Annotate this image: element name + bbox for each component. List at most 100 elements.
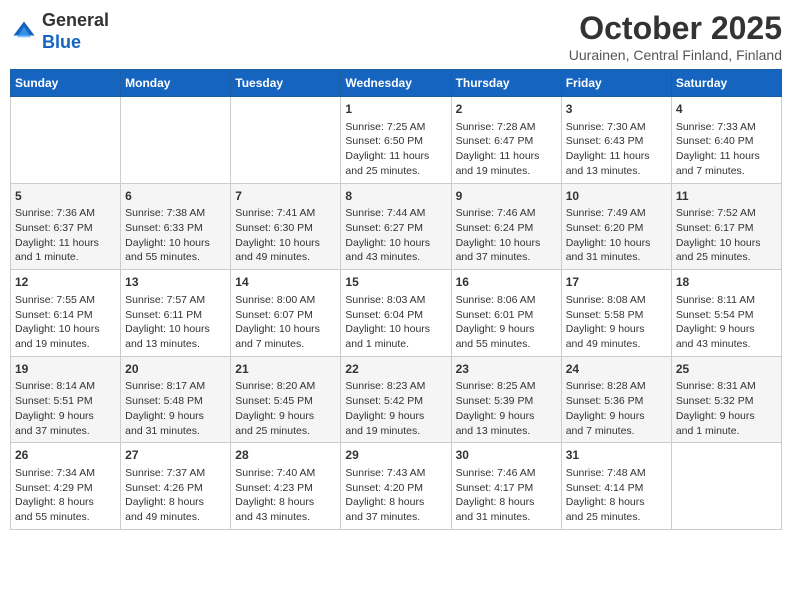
week-row-3: 12 Sunrise: 7:55 AM Sunset: 6:14 PM Dayli… (11, 270, 782, 357)
day-number: 7 (235, 188, 336, 205)
week-row-4: 19Sunrise: 8:14 AM Sunset: 5:51 PM Dayli… (11, 356, 782, 443)
calendar-cell: 17 Sunrise: 8:08 AM Sunset: 5:58 PM Dayli… (561, 270, 671, 357)
month-title: October 2025 (569, 10, 782, 47)
calendar-cell: 8Sunrise: 7:44 AM Sunset: 6:27 PM Daylig… (341, 183, 451, 270)
day-info: Sunrise: 7:33 AM Sunset: 6:40 PM Dayligh… (676, 120, 777, 179)
calendar-cell: 15 Sunrise: 8:03 AM Sunset: 6:04 PM Dayli… (341, 270, 451, 357)
day-info: Sunrise: 7:48 AM Sunset: 4:14 PM Dayligh… (566, 466, 667, 525)
calendar-cell: 11Sunrise: 7:52 AM Sunset: 6:17 PM Dayli… (671, 183, 781, 270)
location: Uurainen, Central Finland, Finland (569, 47, 782, 63)
day-number: 24 (566, 361, 667, 378)
calendar-cell: 25Sunrise: 8:31 AM Sunset: 5:32 PM Dayli… (671, 356, 781, 443)
day-info: Sunrise: 8:00 AM Sunset: 6:07 PM Dayligh… (235, 293, 336, 352)
calendar-cell: 3Sunrise: 7:30 AM Sunset: 6:43 PM Daylig… (561, 97, 671, 184)
day-number: 18 (676, 274, 777, 291)
day-info: Sunrise: 8:08 AM Sunset: 5:58 PM Dayligh… (566, 293, 667, 352)
calendar-cell: 29 Sunrise: 7:43 AM Sunset: 4:20 PM Dayli… (341, 443, 451, 530)
day-number: 27 (125, 447, 226, 464)
day-number: 21 (235, 361, 336, 378)
day-info: Sunrise: 7:52 AM Sunset: 6:17 PM Dayligh… (676, 206, 777, 265)
calendar-cell: 22Sunrise: 8:23 AM Sunset: 5:42 PM Dayli… (341, 356, 451, 443)
weekday-header-saturday: Saturday (671, 70, 781, 97)
day-info: Sunrise: 7:41 AM Sunset: 6:30 PM Dayligh… (235, 206, 336, 265)
logo-general-text: General (42, 10, 109, 30)
day-info: Sunrise: 7:43 AM Sunset: 4:20 PM Dayligh… (345, 466, 446, 525)
day-number: 11 (676, 188, 777, 205)
day-info: Sunrise: 8:23 AM Sunset: 5:42 PM Dayligh… (345, 379, 446, 438)
day-number: 16 (456, 274, 557, 291)
day-info: Sunrise: 7:37 AM Sunset: 4:26 PM Dayligh… (125, 466, 226, 525)
weekday-header-thursday: Thursday (451, 70, 561, 97)
day-info: Sunrise: 7:46 AM Sunset: 4:17 PM Dayligh… (456, 466, 557, 525)
calendar-cell: 31 Sunrise: 7:48 AM Sunset: 4:14 PM Dayli… (561, 443, 671, 530)
calendar-cell: 27 Sunrise: 7:37 AM Sunset: 4:26 PM Dayli… (121, 443, 231, 530)
calendar-cell: 18 Sunrise: 8:11 AM Sunset: 5:54 PM Dayli… (671, 270, 781, 357)
day-number: 19 (15, 361, 116, 378)
weekday-header-tuesday: Tuesday (231, 70, 341, 97)
day-info: Sunrise: 7:38 AM Sunset: 6:33 PM Dayligh… (125, 206, 226, 265)
calendar-cell: 14 Sunrise: 8:00 AM Sunset: 6:07 PM Dayli… (231, 270, 341, 357)
day-info: Sunrise: 8:31 AM Sunset: 5:32 PM Dayligh… (676, 379, 777, 438)
calendar-cell (671, 443, 781, 530)
day-info: Sunrise: 7:36 AM Sunset: 6:37 PM Dayligh… (15, 206, 116, 265)
weekday-header-friday: Friday (561, 70, 671, 97)
title-block: October 2025 Uurainen, Central Finland, … (569, 10, 782, 63)
day-number: 3 (566, 101, 667, 118)
day-info: Sunrise: 7:46 AM Sunset: 6:24 PM Dayligh… (456, 206, 557, 265)
calendar-cell: 10Sunrise: 7:49 AM Sunset: 6:20 PM Dayli… (561, 183, 671, 270)
day-number: 12 (15, 274, 116, 291)
weekday-header-wednesday: Wednesday (341, 70, 451, 97)
weekday-header-monday: Monday (121, 70, 231, 97)
day-number: 2 (456, 101, 557, 118)
day-info: Sunrise: 7:40 AM Sunset: 4:23 PM Dayligh… (235, 466, 336, 525)
week-row-5: 26Sunrise: 7:34 AM Sunset: 4:29 PM Dayli… (11, 443, 782, 530)
week-row-1: 1Sunrise: 7:25 AM Sunset: 6:50 PM Daylig… (11, 97, 782, 184)
day-number: 4 (676, 101, 777, 118)
calendar-cell: 13Sunrise: 7:57 AM Sunset: 6:11 PM Dayli… (121, 270, 231, 357)
day-number: 28 (235, 447, 336, 464)
calendar-cell: 20Sunrise: 8:17 AM Sunset: 5:48 PM Dayli… (121, 356, 231, 443)
calendar-cell: 2 Sunrise: 7:28 AM Sunset: 6:47 PM Daylig… (451, 97, 561, 184)
day-number: 9 (456, 188, 557, 205)
day-number: 20 (125, 361, 226, 378)
week-row-2: 5Sunrise: 7:36 AM Sunset: 6:37 PM Daylig… (11, 183, 782, 270)
day-number: 5 (15, 188, 116, 205)
day-info: Sunrise: 8:28 AM Sunset: 5:36 PM Dayligh… (566, 379, 667, 438)
day-info: Sunrise: 8:17 AM Sunset: 5:48 PM Dayligh… (125, 379, 226, 438)
day-info: Sunrise: 8:20 AM Sunset: 5:45 PM Dayligh… (235, 379, 336, 438)
calendar-cell: 1Sunrise: 7:25 AM Sunset: 6:50 PM Daylig… (341, 97, 451, 184)
day-number: 15 (345, 274, 446, 291)
logo-blue-text: Blue (42, 32, 81, 52)
day-number: 23 (456, 361, 557, 378)
calendar-cell: 7Sunrise: 7:41 AM Sunset: 6:30 PM Daylig… (231, 183, 341, 270)
logo-icon (10, 18, 38, 46)
calendar-cell: 26Sunrise: 7:34 AM Sunset: 4:29 PM Dayli… (11, 443, 121, 530)
day-number: 10 (566, 188, 667, 205)
calendar-cell: 4 Sunrise: 7:33 AM Sunset: 6:40 PM Daylig… (671, 97, 781, 184)
calendar-cell: 19Sunrise: 8:14 AM Sunset: 5:51 PM Dayli… (11, 356, 121, 443)
day-info: Sunrise: 7:49 AM Sunset: 6:20 PM Dayligh… (566, 206, 667, 265)
day-number: 25 (676, 361, 777, 378)
day-number: 29 (345, 447, 446, 464)
day-info: Sunrise: 7:44 AM Sunset: 6:27 PM Dayligh… (345, 206, 446, 265)
day-info: Sunrise: 8:14 AM Sunset: 5:51 PM Dayligh… (15, 379, 116, 438)
calendar-cell: 23Sunrise: 8:25 AM Sunset: 5:39 PM Dayli… (451, 356, 561, 443)
calendar-cell: 21Sunrise: 8:20 AM Sunset: 5:45 PM Dayli… (231, 356, 341, 443)
weekday-header-sunday: Sunday (11, 70, 121, 97)
day-info: Sunrise: 7:55 AM Sunset: 6:14 PM Dayligh… (15, 293, 116, 352)
day-number: 17 (566, 274, 667, 291)
day-info: Sunrise: 8:11 AM Sunset: 5:54 PM Dayligh… (676, 293, 777, 352)
day-number: 14 (235, 274, 336, 291)
day-number: 22 (345, 361, 446, 378)
calendar-cell: 28 Sunrise: 7:40 AM Sunset: 4:23 PM Dayli… (231, 443, 341, 530)
day-info: Sunrise: 8:25 AM Sunset: 5:39 PM Dayligh… (456, 379, 557, 438)
calendar-cell (231, 97, 341, 184)
calendar-cell: 6Sunrise: 7:38 AM Sunset: 6:33 PM Daylig… (121, 183, 231, 270)
day-number: 6 (125, 188, 226, 205)
day-number: 31 (566, 447, 667, 464)
day-info: Sunrise: 8:06 AM Sunset: 6:01 PM Dayligh… (456, 293, 557, 352)
day-info: Sunrise: 7:28 AM Sunset: 6:47 PM Dayligh… (456, 120, 557, 179)
day-info: Sunrise: 7:25 AM Sunset: 6:50 PM Dayligh… (345, 120, 446, 179)
day-number: 13 (125, 274, 226, 291)
day-info: Sunrise: 8:03 AM Sunset: 6:04 PM Dayligh… (345, 293, 446, 352)
